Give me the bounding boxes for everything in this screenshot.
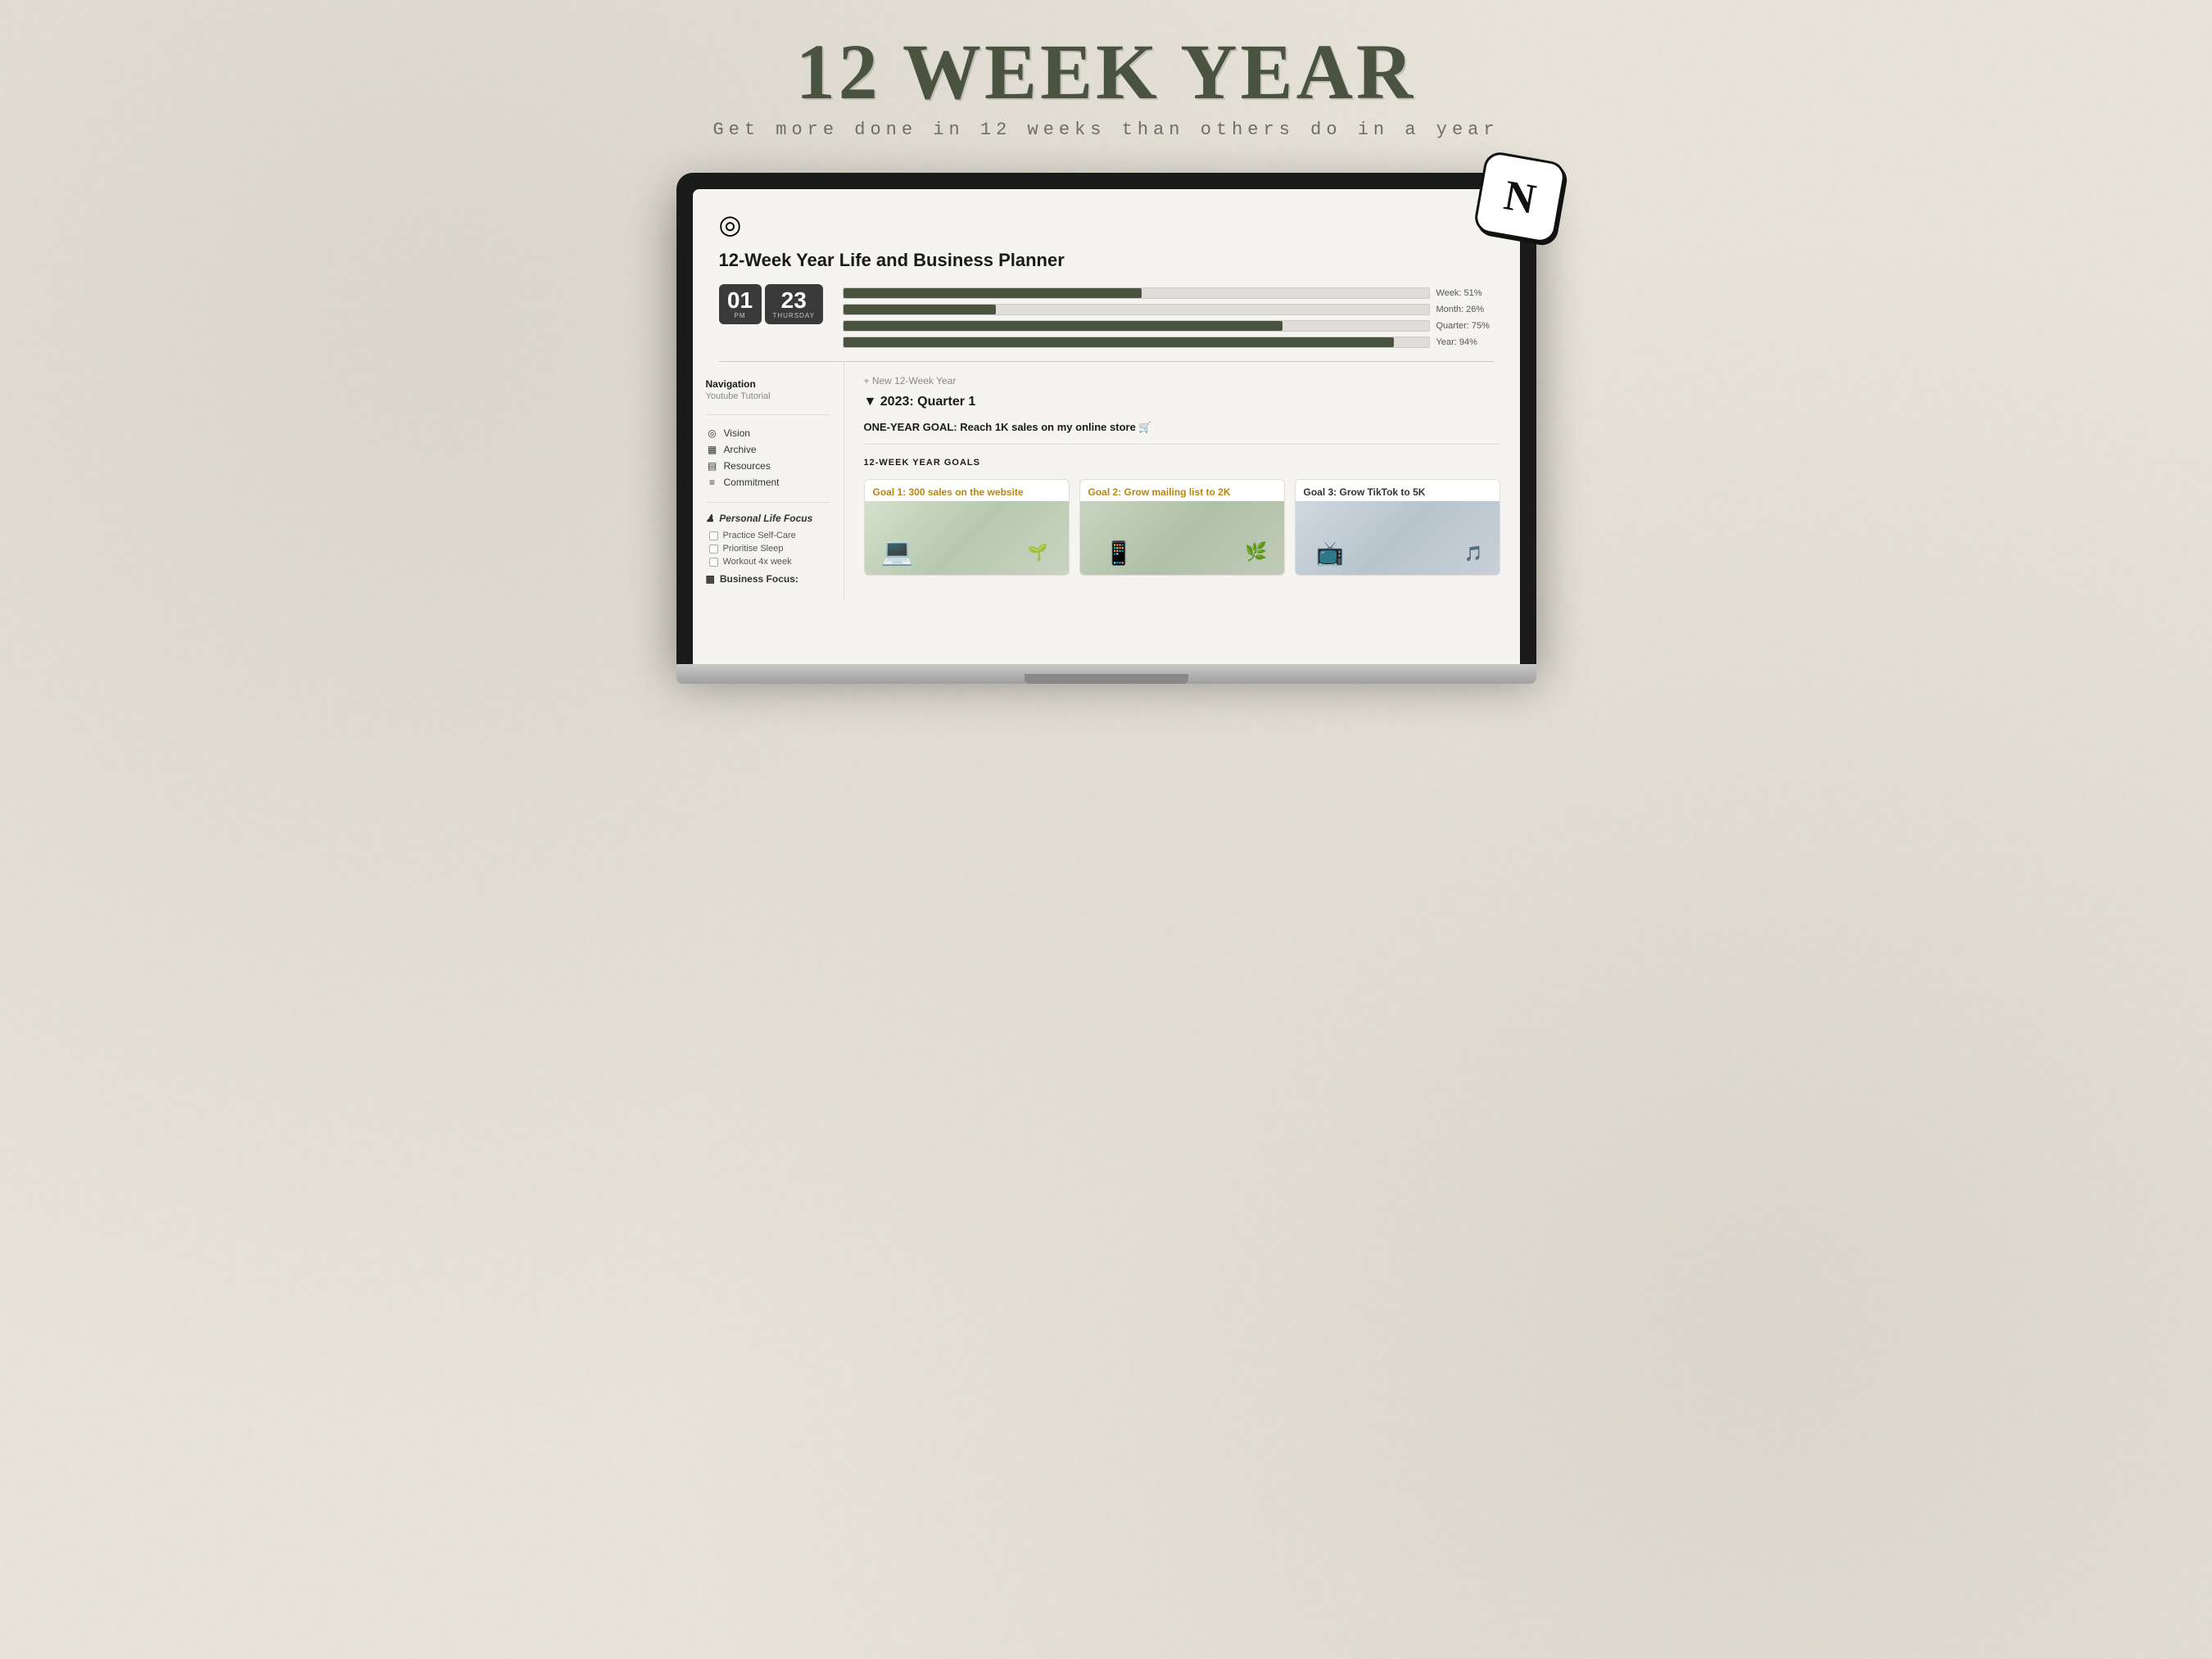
goal-card-3[interactable]: Goal 3: Grow TikTok to 5K (1295, 479, 1500, 576)
goal-card-2-title: Goal 2: Grow mailing list to 2K (1080, 480, 1284, 501)
quarter-label: 2023: Quarter 1 (880, 395, 976, 409)
clock-widget: 01 PM 23 THURSDAY (719, 284, 823, 324)
progress-fill-week (844, 288, 1142, 298)
laptop-screen: ◎ 12-Week Year Life and Business Planner… (693, 189, 1520, 664)
personal-life-focus-section: ♟ Personal Life Focus Practice Self-Care (706, 502, 830, 585)
checkbox-sleep[interactable] (709, 545, 718, 554)
progress-label-year: Year: 94% (1436, 337, 1494, 347)
progress-row-month: Month: 26% (843, 304, 1494, 315)
nav-subheading: Youtube Tutorial (706, 391, 830, 401)
sidebar-label-commitment: Commitment (724, 477, 780, 488)
business-icon: ▦ (706, 573, 715, 585)
sidebar-label-archive: Archive (724, 444, 757, 455)
sidebar-divider (706, 414, 830, 415)
sidebar-label-vision: Vision (724, 427, 750, 439)
focus-item-sleep: Prioritise Sleep (706, 544, 830, 554)
app-content: ◎ 12-Week Year Life and Business Planner… (693, 189, 1520, 601)
commitment-icon: ≡ (706, 477, 719, 488)
notion-letter: N (1500, 171, 1539, 224)
new-12week-link[interactable]: + New 12-Week Year (864, 375, 1500, 386)
focus-label-sleep: Prioritise Sleep (723, 544, 784, 554)
notion-badge: N (1472, 150, 1567, 245)
personal-life-icon: ♟ (706, 513, 715, 524)
target-icon: ◎ (719, 209, 1494, 240)
sidebar-item-commitment[interactable]: ≡ Commitment (706, 474, 830, 490)
progress-label-month: Month: 26% (1436, 305, 1494, 314)
quarter-header: ▼ 2023: Quarter 1 (864, 395, 1500, 409)
page-wrapper: 12 WEEK YEAR Get more done in 12 weeks t… (656, 33, 1557, 684)
nav-heading: Navigation (706, 378, 830, 390)
archive-icon: ▦ (706, 444, 719, 455)
clock-hour: 01 (727, 289, 753, 312)
progress-row-week: Week: 51% (843, 287, 1494, 299)
personal-life-focus-header: ♟ Personal Life Focus (706, 513, 830, 524)
focus-item-selfcare: Practice Self-Care (706, 531, 830, 540)
progress-bar-month (843, 304, 1430, 315)
quarter-arrow: ▼ (864, 395, 880, 409)
sidebar-label-resources: Resources (724, 460, 771, 472)
progress-label-week: Week: 51% (1436, 288, 1494, 298)
progress-bar-week (843, 287, 1430, 299)
progress-fill-month (844, 305, 996, 314)
subtitle: Get more done in 12 weeks than others do… (712, 120, 1499, 140)
goal-card-3-title: Goal 3: Grow TikTok to 5K (1296, 480, 1500, 501)
main-area: Navigation Youtube Tutorial ◎ Vision ▦ A… (693, 362, 1520, 601)
goal-card-1[interactable]: Goal 1: 300 sales on the website (864, 479, 1070, 576)
goal-card-2[interactable]: Goal 2: Grow mailing list to 2K (1079, 479, 1285, 576)
sidebar: Navigation Youtube Tutorial ◎ Vision ▦ A… (693, 362, 844, 601)
focus-item-workout: Workout 4x week (706, 557, 830, 567)
clock-minute-block: 23 THURSDAY (765, 284, 823, 324)
progress-row-quarter: Quarter: 75% (843, 320, 1494, 332)
business-focus-label: Business Focus: (720, 573, 798, 585)
sidebar-item-archive[interactable]: ▦ Archive (706, 441, 830, 458)
clock-hour-block: 01 PM (719, 284, 762, 324)
goal-cards: Goal 1: 300 sales on the website Goal 2:… (864, 479, 1500, 576)
progress-fill-year (844, 337, 1394, 347)
progress-bar-year (843, 337, 1430, 348)
clock-minute-label: THURSDAY (773, 312, 815, 319)
goal-card-3-image (1296, 501, 1500, 575)
checkbox-selfcare[interactable] (709, 531, 718, 540)
main-title: 12 WEEK YEAR (796, 33, 1416, 111)
progress-bars: Week: 51% Month: 26% (843, 284, 1494, 348)
focus-label-selfcare: Practice Self-Care (723, 531, 796, 540)
sidebar-item-resources[interactable]: ▤ Resources (706, 458, 830, 474)
personal-life-focus-title: Personal Life Focus (719, 513, 812, 524)
business-focus-header: ▦ Business Focus: (706, 573, 830, 585)
clock-hour-label: PM (735, 312, 746, 319)
checkbox-workout[interactable] (709, 558, 718, 567)
progress-bar-quarter (843, 320, 1430, 332)
laptop-frame: ◎ 12-Week Year Life and Business Planner… (676, 173, 1536, 664)
clock-minute: 23 (781, 289, 807, 312)
one-year-goal: ONE-YEAR GOAL: Reach 1K sales on my onli… (864, 421, 1500, 445)
app-title: 12-Week Year Life and Business Planner (719, 250, 1494, 271)
goal-card-1-image (865, 501, 1069, 575)
laptop-wrapper: N ◎ 12-Week Year Life and Business Plann… (676, 173, 1536, 684)
sidebar-item-vision[interactable]: ◎ Vision (706, 425, 830, 441)
laptop-base (676, 664, 1536, 684)
goal-card-2-image (1080, 501, 1284, 575)
progress-label-quarter: Quarter: 75% (1436, 321, 1494, 331)
focus-label-workout: Workout 4x week (723, 557, 792, 567)
progress-fill-quarter (844, 321, 1282, 331)
content-area: + New 12-Week Year ▼ 2023: Quarter 1 ONE… (844, 362, 1520, 601)
app-header: ◎ 12-Week Year Life and Business Planner… (693, 189, 1520, 361)
progress-section: 01 PM 23 THURSDAY (719, 284, 1494, 348)
progress-row-year: Year: 94% (843, 337, 1494, 348)
resources-icon: ▤ (706, 460, 719, 472)
goal-card-1-title: Goal 1: 300 sales on the website (865, 480, 1069, 501)
vision-icon: ◎ (706, 427, 719, 439)
goals-heading: 12-WEEK YEAR GOALS (864, 458, 1500, 468)
